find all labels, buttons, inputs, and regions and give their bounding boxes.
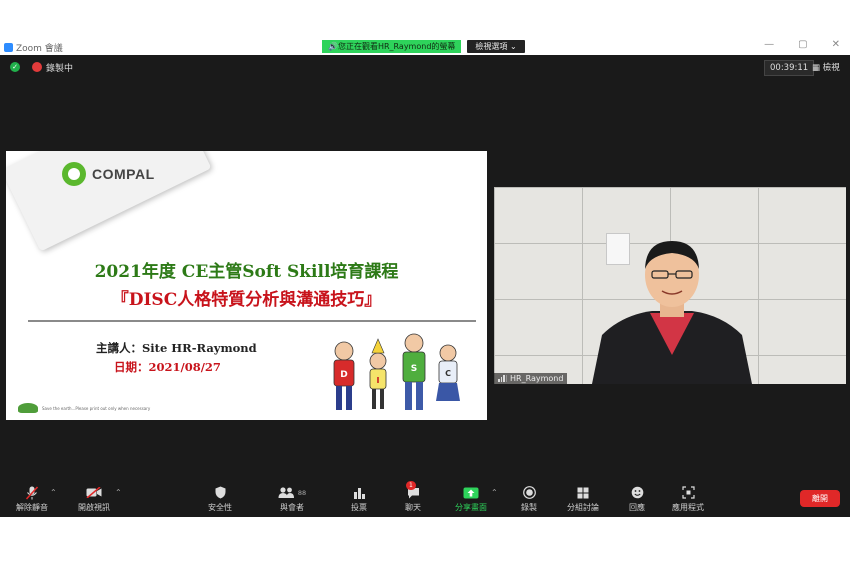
meeting-area: ✓ 錄製中 00:39:11 ▦ 檢視 COMPAL 2021年度 CE主管So…: [0, 55, 850, 517]
breakout-rooms-icon: [562, 485, 604, 500]
smiley-face-icon: [620, 485, 654, 500]
slide-title-line2: 『DISC人格特質分析與溝通技巧』: [111, 290, 382, 310]
share-screen-label: 分享畫面: [455, 503, 487, 512]
meeting-toolbar: 解除靜音 ⌃ 開啟視訊 ⌃ 安全性 88 與會者 投票 1 聊天 分享畫面 ⌃ …: [0, 480, 850, 517]
security-shield-icon: [202, 485, 238, 500]
polls-bar-chart-icon: [342, 485, 376, 500]
disc-character-i: I: [369, 338, 387, 409]
meeting-timer: 00:39:11: [764, 60, 815, 76]
participant-count: 88: [297, 488, 307, 497]
security-label: 安全性: [208, 503, 232, 512]
share-screen-icon: [450, 485, 492, 500]
close-button[interactable]: ✕: [832, 39, 840, 50]
disc-character-s: S: [402, 333, 426, 410]
compal-logo: COMPAL: [62, 162, 155, 186]
shared-screen-slide: COMPAL 2021年度 CE主管Soft Skill培育課程 『DISC人格…: [6, 151, 487, 420]
share-banner: 🔊您正在觀看HR_Raymond的螢幕 檢視選項 ⌄: [322, 40, 525, 53]
participants-button[interactable]: 88 與會者: [272, 485, 312, 513]
disc-character-c: C: [436, 344, 460, 401]
audio-options-caret-icon[interactable]: ⌃: [50, 488, 57, 497]
viewing-screen-label: 🔊您正在觀看HR_Raymond的螢幕: [322, 40, 462, 53]
chat-unread-badge: 1: [406, 481, 416, 490]
participant-video[interactable]: HR_Raymond: [494, 187, 846, 384]
apps-button[interactable]: 應用程式: [668, 485, 708, 513]
slide-divider: [28, 320, 476, 322]
participant-figure: [592, 241, 752, 384]
disc-character-d: D: [333, 341, 355, 410]
encryption-shield-icon[interactable]: ✓: [10, 62, 20, 72]
video-off-icon: [72, 485, 116, 500]
participants-label: 與會者: [280, 503, 304, 512]
polls-button[interactable]: 投票: [342, 485, 376, 513]
unmute-button[interactable]: 解除靜音: [12, 485, 52, 513]
recording-icon[interactable]: [32, 62, 42, 72]
disc-letter-d: D: [340, 370, 347, 380]
unmute-label: 解除靜音: [16, 503, 48, 512]
video-options-caret-icon[interactable]: ⌃: [115, 488, 122, 497]
compal-logo-text: COMPAL: [92, 166, 155, 182]
chat-label: 聊天: [405, 503, 421, 512]
share-screen-button[interactable]: 分享畫面: [450, 485, 492, 513]
security-button[interactable]: 安全性: [202, 485, 238, 513]
apps-label: 應用程式: [672, 503, 704, 512]
signal-strength-icon: [498, 375, 507, 382]
participant-name: HR_Raymond: [510, 374, 564, 383]
breakout-rooms-button[interactable]: 分組討論: [562, 485, 604, 513]
minimize-button[interactable]: —: [764, 39, 774, 50]
window-controls: — ▢ ✕: [764, 39, 840, 50]
chat-bubble-icon: 1: [396, 481, 430, 500]
polls-label: 投票: [351, 503, 367, 512]
slide-speaker: 主講人：Site HR-Raymond: [96, 341, 257, 355]
app-title: Zoom 會議: [4, 41, 63, 54]
view-label: 檢視: [822, 63, 840, 73]
mic-muted-icon: [12, 485, 52, 500]
app-title-text: Zoom 會議: [16, 44, 63, 54]
disc-letter-i: I: [377, 376, 380, 385]
reactions-button[interactable]: 回應: [620, 485, 654, 513]
view-options-button[interactable]: 檢視選項 ⌄: [467, 40, 525, 53]
slide-footer: Save the earth...Please print out only w…: [18, 403, 150, 413]
start-video-button[interactable]: 開啟視訊: [72, 485, 116, 513]
apps-icon: [668, 485, 708, 500]
disc-characters-illustration: D I S C: [333, 333, 460, 410]
record-button[interactable]: 錄製: [512, 485, 546, 513]
share-options-caret-icon[interactable]: ⌃: [491, 488, 498, 497]
slide-date: 日期：2021/08/27: [114, 360, 221, 374]
slide-title-line1: 2021年度 CE主管Soft Skill培育課程: [94, 262, 399, 282]
recording-label: 錄製中: [46, 64, 74, 74]
participant-name-tag: HR_Raymond: [494, 373, 568, 384]
disc-letter-c: C: [445, 369, 451, 378]
disc-letter-s: S: [411, 364, 417, 374]
participants-icon: 88: [272, 485, 312, 500]
maximize-button[interactable]: ▢: [798, 39, 807, 50]
slide-footer-text: Save the earth...Please print out only w…: [42, 405, 151, 411]
chat-button[interactable]: 1 聊天: [396, 481, 430, 513]
view-button[interactable]: ▦ 檢視: [812, 61, 840, 73]
breakout-rooms-label: 分組討論: [567, 503, 599, 512]
meeting-topbar: ✓ 錄製中 00:39:11 ▦ 檢視: [0, 55, 850, 79]
leave-meeting-button[interactable]: 離開: [800, 490, 840, 507]
tree-icon: [18, 403, 38, 413]
record-label: 錄製: [521, 503, 537, 512]
compal-logo-icon: [62, 162, 86, 186]
record-icon: [512, 485, 546, 500]
reactions-label: 回應: [629, 503, 645, 512]
start-video-label: 開啟視訊: [78, 503, 110, 512]
zoom-logo-icon: [4, 43, 13, 52]
window-titlebar: Zoom 會議 🔊您正在觀看HR_Raymond的螢幕 檢視選項 ⌄ — ▢ ✕: [0, 38, 850, 55]
